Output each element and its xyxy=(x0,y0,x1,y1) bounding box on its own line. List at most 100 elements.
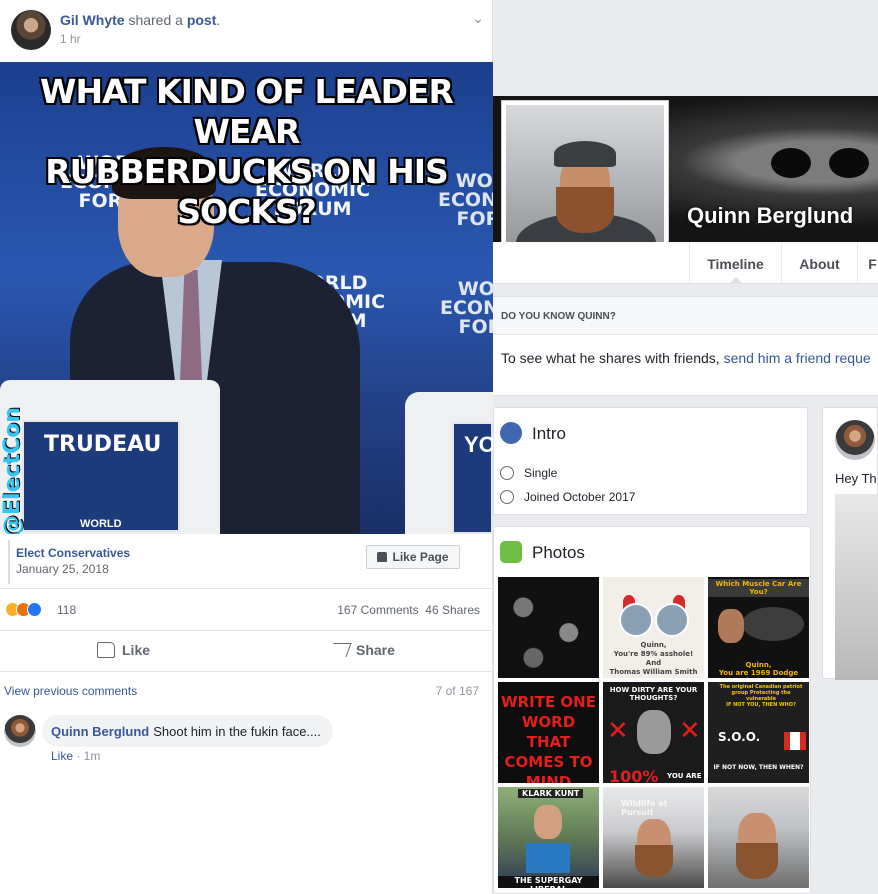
post-stats: 118 167 Comments 46 Shares xyxy=(0,588,493,630)
share-button-label: Share xyxy=(356,642,395,658)
thumbs-up-icon xyxy=(377,552,388,562)
share-button[interactable]: Share xyxy=(328,642,395,658)
thumb-caption: Quinn, xyxy=(745,661,772,669)
nameplate: TRUDEAU WORLD xyxy=(22,420,180,532)
poster-action-end: . xyxy=(216,12,221,28)
thumb-caption: Thomas William Smith xyxy=(609,668,698,676)
globe-icon xyxy=(500,422,522,444)
thumb-caption: HOW DIRTY ARE YOUR THOUGHTS? xyxy=(609,686,698,702)
meme-watermark: @ElectCon xyxy=(0,407,25,534)
like-button[interactable]: Like xyxy=(97,642,150,658)
screenshot-composite: Gil Whyte shared a post. 1 hr ⌄ WORLDECO… xyxy=(0,0,878,894)
thumb-caption: Which Muscle Car Are You? xyxy=(708,579,809,597)
comment-bubble: Quinn Berglund Shoot him in the fukin fa… xyxy=(42,715,333,747)
photo-thumbnail[interactable]: HOW DIRTY ARE YOUR THOUGHTS? ✕ ✕ 100% YO… xyxy=(603,682,704,783)
thumb-caption: 100% xyxy=(609,767,659,783)
intro-card: Intro Single Joined October 2017 xyxy=(493,407,808,515)
meme-caption-line: WHAT KIND OF LEADER WEAR xyxy=(40,72,454,151)
wef-logo: WORLDECONOMICFORUM xyxy=(440,280,493,337)
like-reaction-icon xyxy=(27,602,42,617)
poster-name-link[interactable]: Gil Whyte xyxy=(60,12,125,28)
page-name-link[interactable]: Elect Conservatives xyxy=(16,546,130,560)
like-page-label: Like Page xyxy=(392,550,449,564)
chevron-down-icon[interactable]: ⌄ xyxy=(472,10,484,27)
profile-page: Quinn Berglund Timeline About F DO YOU K… xyxy=(493,96,878,894)
do-you-know-panel: DO YOU KNOW QUINN? To see what he shares… xyxy=(493,296,878,396)
reactions-summary[interactable] xyxy=(5,602,42,617)
photo-thumbnail[interactable]: WRITE ONE WORD THAT COMES TO MIND WHEN Y… xyxy=(498,682,599,783)
thumb-caption: Wildlife at Pursuit xyxy=(621,799,668,817)
photos-card: Photos Quinn, You're 89% asshole! And Th… xyxy=(493,526,811,894)
photo-thumbnail[interactable]: Quinn, You're 89% asshole! And Thomas Wi… xyxy=(603,577,704,678)
nameplate: YO xyxy=(452,422,493,534)
poster-line: Gil Whyte shared a post. xyxy=(60,12,220,28)
meme-caption: WHAT KIND OF LEADER WEAR RUBBERDUCKS ON … xyxy=(0,72,493,232)
skull-eye xyxy=(771,148,811,178)
page-post-date[interactable]: January 25, 2018 xyxy=(16,562,109,576)
thumb-caption: S.O.O. xyxy=(718,730,761,744)
post-author-avatar[interactable] xyxy=(835,420,875,460)
photos-title[interactable]: Photos xyxy=(532,543,585,563)
poster-action-text: shared a xyxy=(124,12,187,28)
do-you-know-body: To see what he shares with friends, xyxy=(501,350,724,366)
photos-icon xyxy=(500,541,522,563)
original-page-attribution: Elect Conservatives January 25, 2018 Lik… xyxy=(8,540,485,584)
photo-thumbnail[interactable]: Wildlife at Pursuit xyxy=(603,787,704,888)
send-friend-request-link[interactable]: send him a friend reque xyxy=(724,350,871,366)
do-you-know-text: To see what he shares with friends, send… xyxy=(501,350,871,366)
like-page-button[interactable]: Like Page xyxy=(366,545,460,569)
engagement-counts: 167 Comments 46 Shares xyxy=(337,603,480,617)
photo-grid: Quinn, You're 89% asshole! And Thomas Wi… xyxy=(498,577,810,888)
thumb-caption: You're 89% asshole! xyxy=(613,650,694,658)
tab-about[interactable]: About xyxy=(781,242,857,283)
shares-count-link[interactable]: 46 Shares xyxy=(425,603,480,617)
reaction-count[interactable]: 118 xyxy=(57,603,76,617)
post-preview-image[interactable] xyxy=(835,494,878,680)
post-preview-text: Hey Th xyxy=(835,471,877,486)
shared-post-link[interactable]: post xyxy=(187,12,217,28)
relationship-status: Single xyxy=(524,466,558,480)
comments-count-link[interactable]: 167 Comments xyxy=(337,603,418,617)
photo-thumbnail[interactable]: The original Canadian patriot group Prot… xyxy=(708,682,809,783)
thumbs-up-icon xyxy=(97,642,115,658)
meme-image[interactable]: WORLDECONOMICFORUM WORLDECONOMICFORUM WO… xyxy=(0,62,493,534)
thumb-caption: WRITE ONE WORD THAT COMES TO MIND WHEN Y… xyxy=(501,693,596,783)
comment-like-link[interactable]: Like xyxy=(51,749,73,763)
photo-thumbnail[interactable] xyxy=(498,577,599,678)
photo-thumbnail[interactable]: KLARK KUNT THE SUPERGAY LIBERAL xyxy=(498,787,599,888)
thumb-caption: IF NOT NOW, THEN WHEN? xyxy=(713,764,804,771)
comments-position: 7 of 167 xyxy=(435,684,479,698)
profile-tabs: Timeline About F xyxy=(493,242,878,284)
thumb-caption: You are 1969 Dodge Charger! xyxy=(718,669,799,678)
like-button-label: Like xyxy=(122,642,151,658)
profile-name[interactable]: Quinn Berglund xyxy=(687,203,853,229)
photo-thumbnail[interactable] xyxy=(708,787,809,888)
photo-thumbnail[interactable]: Which Muscle Car Are You? Quinn, You are… xyxy=(708,577,809,678)
intro-title: Intro xyxy=(532,424,567,443)
nameplate-small-text: WORLD xyxy=(80,518,122,530)
share-arrow-icon xyxy=(328,643,352,657)
joined-date: Joined October 2017 xyxy=(524,490,636,504)
skull-eye xyxy=(829,148,869,178)
commenter-name-link[interactable]: Quinn Berglund xyxy=(51,724,149,739)
comment-text: Shoot him in the fukin face.... xyxy=(153,723,321,739)
thumb-caption: The original Canadian patriot group Prot… xyxy=(719,684,803,702)
do-you-know-heading: DO YOU KNOW QUINN? xyxy=(493,297,878,335)
post-timestamp[interactable]: 1 hr xyxy=(60,32,81,46)
thumb-caption: KLARK KUNT xyxy=(518,789,584,798)
comment-time[interactable]: · 1m xyxy=(73,749,100,763)
thumb-caption: YOU ARE xyxy=(667,772,702,780)
shared-post: Gil Whyte shared a post. 1 hr ⌄ WORLDECO… xyxy=(0,0,493,894)
poster-avatar[interactable] xyxy=(11,10,51,50)
timeline-post-preview: Hey Th xyxy=(822,407,878,680)
close-icon: ✕ xyxy=(607,716,629,746)
tab-friends[interactable]: F xyxy=(857,242,878,283)
active-tab-indicator xyxy=(729,277,743,284)
heart-icon xyxy=(500,466,514,480)
meme-caption-line: RUBBERDUCKS ON HIS SOCKS? xyxy=(45,152,449,231)
commenter-avatar[interactable] xyxy=(4,715,36,747)
post-actions: Like Share xyxy=(0,630,493,672)
canada-flag-icon xyxy=(784,732,806,750)
nameplate-text: TRUDEAU xyxy=(44,432,162,457)
view-previous-comments-link[interactable]: View previous comments xyxy=(4,684,137,698)
